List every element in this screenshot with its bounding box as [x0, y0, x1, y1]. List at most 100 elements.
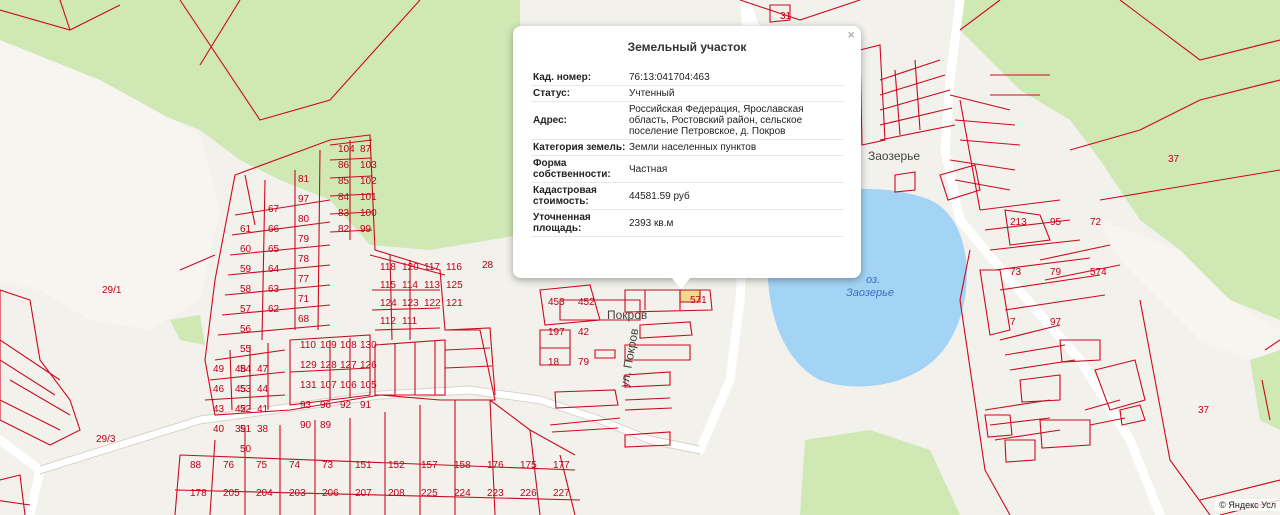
plot-number-label: 63 — [268, 284, 280, 295]
plot-number-label: 87 — [360, 144, 372, 155]
plot-number-label: 55 — [240, 344, 252, 355]
plot-number-label: 151 — [355, 460, 372, 471]
plot-number-label: 223 — [487, 488, 504, 499]
plot-number-label: 75 — [256, 460, 268, 471]
plot-number-label: 225 — [421, 488, 438, 499]
plot-number-label: 42 — [578, 327, 590, 338]
plot-number-label: 61 — [240, 224, 252, 235]
info-key: Кад. номер: — [533, 72, 592, 83]
plot-number-label: 68 — [298, 314, 310, 325]
plot-number-label: 213 — [1010, 217, 1027, 228]
plot-number-label: 114 — [402, 280, 418, 291]
info-value: Земли населенных пунктов — [629, 142, 757, 153]
plot-number-label: 97 — [1050, 317, 1062, 328]
plot-number-label: 112 — [380, 316, 396, 327]
plot-number-label: 177 — [553, 460, 570, 471]
plot-number-label: 157 — [421, 460, 438, 471]
plot-number-label: 227 — [553, 488, 570, 499]
plot-number-label: 45 — [235, 384, 247, 395]
plot-number-label: 62 — [268, 304, 280, 315]
lake-label: оз. — [866, 274, 880, 286]
plot-number-label: 40 — [213, 424, 225, 435]
info-value: 2393 кв.м — [629, 217, 674, 229]
plot-number-label: 74 — [289, 460, 301, 471]
plot-number-label: 111 — [402, 316, 418, 327]
plot-number-label: 47 — [257, 364, 269, 375]
plot-number-label: 104 — [338, 144, 355, 155]
info-row: Статус: Учтенный — [531, 86, 844, 102]
plot-number-label: 206 — [322, 488, 339, 499]
plot-number-label: 205 — [223, 488, 240, 499]
plot-number-label: 178 — [190, 488, 207, 499]
plot-number-label: 90 — [300, 420, 312, 431]
plot-number-label: 117 — [424, 262, 440, 273]
area-label: 37 — [1198, 405, 1210, 416]
plot-number-label: 203 — [289, 488, 306, 499]
plot-number-label: 57 — [240, 304, 252, 315]
info-row: Категория земель: Земли населенных пункто… — [531, 140, 844, 156]
plot-number-label: 128 — [320, 360, 337, 371]
plot-number-label: 44 — [257, 384, 269, 395]
plot-number-label: 158 — [454, 460, 471, 471]
plot-number-label: 131 — [300, 380, 317, 391]
plot-number-label: 105 — [360, 380, 377, 391]
info-row: Кад. номер: 76:13:041704:463 — [531, 70, 844, 86]
popup-title: Земельный участок — [627, 40, 747, 54]
plot-number-label: 72 — [1090, 217, 1102, 228]
info-value: Частная — [629, 163, 668, 175]
plot-number-label: 59 — [240, 264, 252, 275]
plot-number-label: 452 — [578, 297, 595, 308]
plot-number-label: 82 — [338, 224, 350, 235]
plot-number-label: 46 — [213, 384, 225, 395]
plot-number-label: 79 — [1050, 267, 1062, 278]
plot-number-label: 79 — [578, 357, 590, 368]
plot-number-label: 453 — [548, 297, 565, 308]
plot-number-label: 115 — [380, 280, 396, 291]
plot-number-label: 99 — [360, 224, 372, 235]
info-value: Учтенный — [629, 88, 675, 99]
plot-number-label: 77 — [298, 274, 310, 285]
info-value: 44581.59 руб — [629, 190, 690, 202]
plot-number-label: 64 — [268, 264, 280, 275]
plot-number-label: 574 — [1090, 267, 1107, 278]
lake-label: Заозерье — [846, 287, 894, 299]
plot-number-label: 120 — [402, 262, 419, 273]
plot-number-label: 175 — [520, 460, 537, 471]
plot-number-label: 73 — [1010, 267, 1022, 278]
plot-number-label: 204 — [256, 488, 273, 499]
plot-number-label: 65 — [268, 244, 280, 255]
plot-number-label: 76 — [223, 460, 235, 471]
plot-number-label: 84 — [338, 192, 350, 203]
plot-number-label: 81 — [298, 174, 310, 185]
plot-number-label: 124 — [380, 298, 397, 309]
map-copyright[interactable]: © Яндекс Усл — [1215, 499, 1280, 511]
plot-number-label: 95 — [1050, 217, 1062, 228]
plot-number-label: 7 — [1010, 317, 1016, 328]
plot-number-label: 97 — [298, 194, 310, 205]
plot-number-label: 91 — [360, 400, 372, 411]
area-label: 37 — [1168, 154, 1180, 165]
plot-number-label: 56 — [240, 324, 252, 335]
plot-number-label: 96 — [320, 400, 332, 411]
popup-body[interactable]: Кад. номер: 76:13:041704:463 Статус: Учтенн… — [531, 70, 844, 264]
plot-number-label: 176 — [487, 460, 504, 471]
plot-number-label: 50 — [240, 444, 252, 455]
plot-number-label: 92 — [340, 400, 352, 411]
plot-number-label: 113 — [424, 280, 440, 291]
info-table: Кад. номер: 76:13:041704:463 Статус: Учтенн… — [531, 70, 844, 237]
plot-number-label: 42 — [235, 404, 247, 415]
plot-number-label: 121 — [446, 298, 463, 309]
plot-number-label: 18 — [548, 357, 560, 368]
plot-number-label: 116 — [446, 262, 462, 273]
plot-number-label: 123 — [402, 298, 419, 309]
plot-number-label: 106 — [340, 380, 357, 391]
plot-number-label: 130 — [360, 340, 377, 351]
info-key: Категория земель: — [533, 142, 626, 153]
plot-number-label: 48 — [235, 364, 247, 375]
plot-number-label: 71 — [298, 294, 310, 305]
info-key: Адрес: — [533, 115, 567, 126]
info-key: Кадастровая стоимость: — [533, 185, 597, 207]
plot-number-label: 73 — [322, 460, 334, 471]
info-row: Уточненная площадь: 2393 кв.м — [531, 210, 844, 237]
info-row: Адрес: Российская Федерация, Ярославская … — [531, 102, 844, 140]
